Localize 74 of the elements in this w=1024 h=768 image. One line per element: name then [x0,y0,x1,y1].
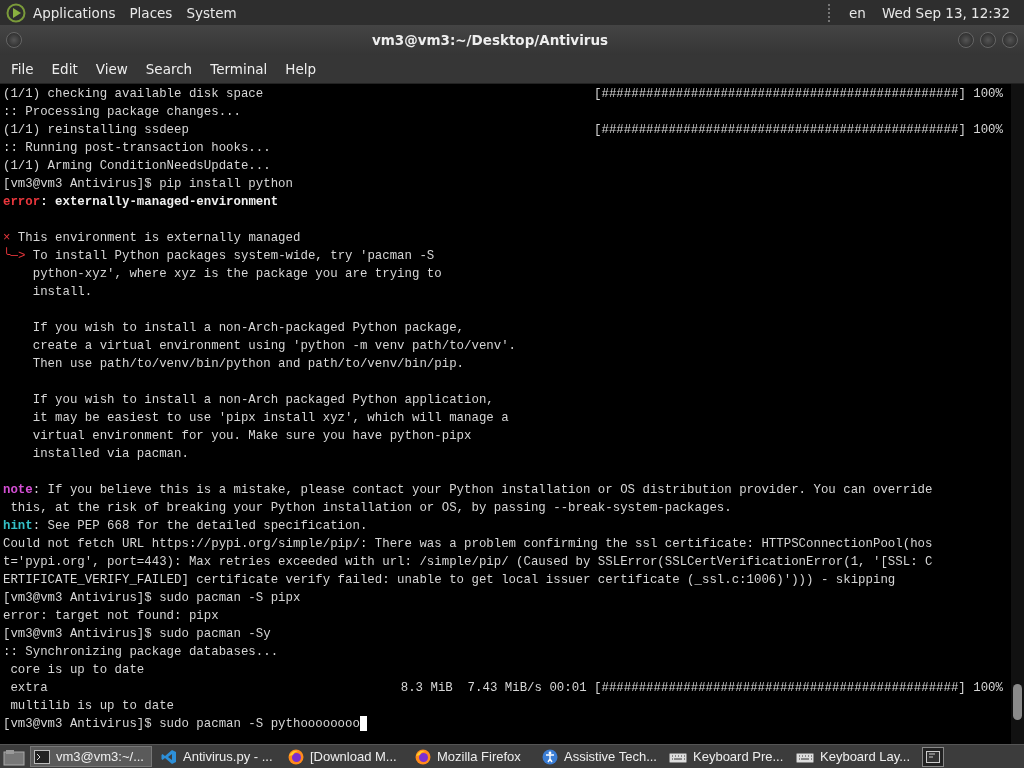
panel-menu[interactable]: Places [122,4,180,21]
distro-logo-icon[interactable] [6,2,26,23]
terminal-text: (1/1) Arming ConditionNeedsUpdate... [3,158,271,175]
terminal-text: virtual environment for you. Make sure you have python-pipx [31,428,472,445]
terminal-text: (1/1) reinstalling ssdeep [3,122,189,139]
code-editor-icon [161,748,177,765]
menu-item[interactable]: File [2,61,43,77]
terminal-symbol: ╰─> [3,247,26,265]
browser-icon [288,748,304,765]
keyboard-icon [669,750,687,763]
menu-item[interactable]: Search [136,61,202,77]
progress-text: 8.3 MiB 7.43 MiB/s 00:01 [################################################] 100% [400,680,1003,697]
clock[interactable]: Wed Sep 13, 12:32 [873,4,1018,21]
terminal-text: :: Running post-transaction hooks... [3,140,271,157]
terminal-text: [vm3@vm3 Antivirus]$ sudo pacman -Sy [3,626,271,643]
keyboard-layout-indicator[interactable]: en [841,4,874,21]
panel-menu[interactable]: System [179,4,244,21]
terminal-text: If you wish to install a non-Arch-packaged Python package, [31,320,464,337]
terminal-text: :: Synchronizing package databases... [3,644,279,661]
terminal-icon [34,749,50,764]
maximize-button[interactable] [980,32,996,48]
terminal-text: install. [31,284,93,301]
terminal-text: error: target not found: pipx [3,608,219,625]
terminal-text: If you wish to install a non-Arch packaged Python application, [31,392,494,409]
taskbar-button[interactable]: Keyboard Lay... [792,746,914,767]
terminal-text: [vm3@vm3 Antivirus]$ sudo pacman -S pipx [3,590,301,607]
terminal-text: :: Processing package changes... [3,104,241,121]
taskbar-button[interactable]: Antivirus.py - ... [157,746,279,767]
terminal-text: multilib is up to date [9,698,175,715]
menu-item[interactable]: Edit [42,61,87,77]
taskbar-button[interactable]: Assistive Tech... [538,746,660,767]
terminal-text: t='pypi.org', port=443): Max retries exceeded with url: /simple/pip/ (Caused by SSLError(SSLCertVerificationError(1, '[SSL: C [3,554,933,571]
terminal-text: (1/1) checking available disk space [3,86,264,103]
window-menu-button[interactable] [6,32,22,48]
terminal-text: : externally-managed-environment [40,194,279,211]
hint-label: hint [3,518,33,535]
menu-item[interactable]: Terminal [201,61,277,77]
terminal-text: To install Python packages system-wide, try 'pacman -S [31,248,435,265]
minimize-button[interactable] [958,32,974,48]
error-label: error [3,194,41,211]
menu-item[interactable]: View [86,61,137,77]
close-button[interactable] [1002,32,1018,48]
terminal-text: installed via pacman. [31,446,189,463]
taskbar-button[interactable]: [Download M... [284,746,406,767]
terminal-text: create a virtual environment using 'python -m venv path/to/venv'. [31,338,517,355]
progress-text: [################################################] 100% [594,122,1003,139]
panel-menu[interactable]: Applications [26,4,123,21]
terminal-text: [vm3@vm3 Antivirus]$ sudo pacman -S pythoooooooo [3,716,360,733]
terminal-symbol: × [3,230,11,247]
terminal-text: python-xyz', where xyz is the package you are trying to [31,266,442,283]
terminal-text: [vm3@vm3 Antivirus]$ pip install python [3,176,293,193]
terminal-text: Could not fetch URL https://pypi.org/simple/pip/: There was a problem confirming the ssl certificate: HTTPSConnectionPool(hos [3,536,933,553]
terminal-text: This environment is externally managed [16,230,301,247]
taskbar-button[interactable]: Keyboard Pre... [665,746,787,767]
terminal-text: it may be easiest to use 'pipx install xyz', which will manage a [31,410,509,427]
terminal-text: Then use path/to/venv/bin/python and path/to/venv/bin/pip. [31,356,464,373]
note-label: note [3,482,33,499]
accessibility-icon [542,748,558,765]
progress-text: [################################################] 100% [594,86,1003,103]
workspace-switcher[interactable] [922,746,944,767]
terminal-text: core is up to date [9,662,145,679]
terminal-text: ERTIFICATE_VERIFY_FAILED] certificate verify failed: unable to get local issuer certificate (_ssl.c:1006)'))) - skipping [3,572,896,589]
text-cursor [359,716,367,731]
scrollbar-thumb[interactable] [1013,684,1022,720]
taskbar-button[interactable]: vm3@vm3:~/... [30,746,152,767]
browser-icon [415,748,431,765]
terminal-text: : See PEP 668 for the detailed specification. [32,518,368,535]
terminal-text: this, at the risk of breaking your Python installation or OS, by passing --break-system-packages. [9,500,732,517]
taskbar-button[interactable]: Mozilla Firefox [411,746,533,767]
menu-item[interactable]: Help [276,61,326,77]
terminal-text: extra [9,680,48,697]
terminal-text: : If you believe this is a mistake, please contact your Python installation or OS distribution provider. You can override [32,482,933,499]
window-title: vm3@vm3:~/Desktop/Antivirus [370,32,610,48]
keyboard-icon [796,750,814,763]
